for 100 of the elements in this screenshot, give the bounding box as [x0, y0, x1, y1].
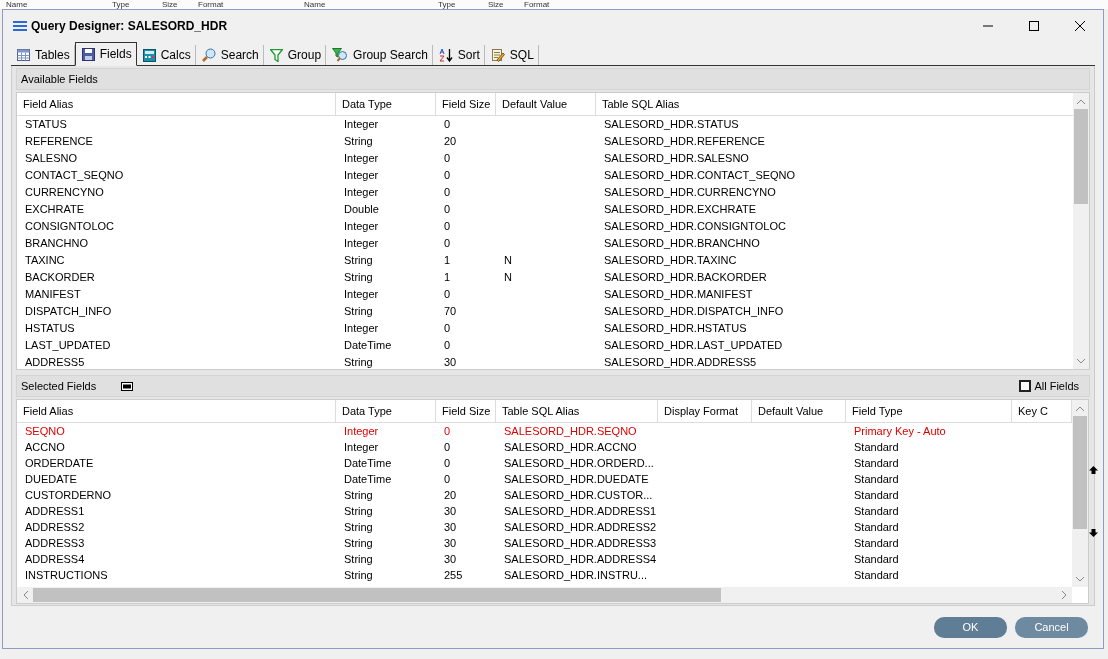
calculator-icon: [142, 48, 156, 62]
scrollbar-thumb[interactable]: [1074, 109, 1088, 204]
table-cell-text: MANIFEST: [24, 287, 82, 302]
column-header[interactable]: Display Format: [658, 400, 752, 422]
table-cell-text: 0: [443, 456, 452, 471]
table-cell-text: DateTime: [343, 472, 393, 487]
column-header[interactable]: Table SQL Alias: [496, 400, 658, 422]
table-cell-text: 0: [443, 168, 452, 183]
table-cell-text: SALESORD_HDR.TAXINC: [603, 253, 738, 268]
column-header: Name: [5, 0, 29, 9]
vertical-scrollbar[interactable]: [1073, 93, 1089, 369]
table-cell-text: Integer: [343, 236, 380, 251]
table-cell-text: Standard: [853, 536, 900, 551]
table-cell-text: SALESORD_HDR.CURRENCYNO: [603, 185, 777, 200]
section-title: Available Fields: [21, 73, 99, 85]
move-down-icon[interactable]: [1089, 528, 1098, 537]
scrollbar-thumb[interactable]: [33, 588, 721, 602]
column-header[interactable]: Field Alias: [17, 400, 336, 422]
table-cell-text: SALESORD_HDR.MANIFEST: [603, 287, 754, 302]
table-cell-text: Integer: [343, 287, 380, 302]
table-cell-text: BRANCHNO: [24, 236, 89, 251]
column-header[interactable]: Field Size: [436, 93, 496, 115]
maximize-icon[interactable]: [1029, 20, 1039, 31]
scroll-left-icon[interactable]: [22, 591, 28, 599]
table-cell-text: 0: [443, 219, 452, 234]
column-header[interactable]: Default Value: [496, 93, 596, 115]
table-cell-text: CONSIGNTOLOC: [24, 219, 116, 234]
table-cell-text: Integer: [343, 321, 380, 336]
table-cell-text: 0: [443, 321, 452, 336]
column-header[interactable]: Field Size: [436, 400, 496, 422]
column-header: Format: [197, 0, 225, 9]
table-cell-text: SALESORD_HDR.ADDRESS4: [503, 552, 658, 567]
film-strip-icon[interactable]: [121, 381, 133, 391]
column-header: Type: [111, 0, 131, 9]
table-cell-text: Integer: [343, 219, 380, 234]
table-cell-text: SALESNO: [24, 151, 78, 166]
table-cell-text: 0: [443, 287, 452, 302]
table-cell-text: SALESORD_HDR.INSTRU...: [503, 568, 649, 583]
table-cell-text: SALESORD_HDR.DISPATCH_INFO: [603, 304, 785, 319]
checkbox-label[interactable]: All Fields: [1034, 380, 1079, 392]
scroll-down-icon[interactable]: [1076, 576, 1084, 582]
table-cell-text: String: [343, 504, 374, 519]
cancel-button[interactable]: Cancel: [1015, 616, 1088, 638]
table-cell-text: ADDRESS4: [24, 552, 86, 567]
funnel-icon: [269, 48, 283, 62]
scrollbar-thumb[interactable]: [1073, 416, 1087, 529]
table-cell-text: ADDRESS2: [24, 520, 86, 535]
table-cell-text: SALESORD_HDR.HSTATUS: [603, 321, 748, 336]
table-cell-text: SALESORD_HDR.CONSIGNTOLOC: [603, 219, 787, 234]
table-cell-text: ORDERDATE: [24, 456, 95, 471]
table-cell-text: DUEDATE: [24, 472, 78, 487]
table-cell-text: ADDRESS3: [24, 536, 86, 551]
table-cell-text: SALESORD_HDR.CUSTOR...: [503, 488, 654, 503]
table-cell-text: 255: [443, 568, 464, 583]
scroll-up-icon[interactable]: [1077, 98, 1085, 104]
table-cell-text: N: [503, 270, 513, 285]
table-cell-text: SALESORD_HDR.EXCHRATE: [603, 202, 757, 217]
menu-icon[interactable]: [13, 20, 27, 31]
table-cell-text: 0: [443, 117, 452, 132]
scroll-down-icon[interactable]: [1077, 358, 1085, 364]
table-cell-text: Primary Key - Auto: [853, 424, 947, 439]
scroll-up-icon[interactable]: [1076, 405, 1084, 411]
horizontal-scrollbar[interactable]: [17, 587, 1072, 603]
table-cell-text: String: [343, 134, 374, 149]
column-header[interactable]: Default Value: [752, 400, 846, 422]
table-cell-text: 0: [443, 440, 452, 455]
checkbox[interactable]: [1019, 380, 1032, 392]
table-cell-text: 0: [443, 236, 452, 251]
table-cell-text: REFERENCE: [24, 134, 94, 149]
column-header[interactable]: Field Type: [846, 400, 1012, 422]
table-cell-text: SALESORD_HDR.ORDERD...: [503, 456, 655, 471]
table-cell-text: N: [503, 253, 513, 268]
column-header[interactable]: Data Type: [336, 400, 436, 422]
ok-button[interactable]: OK: [934, 616, 1007, 638]
table-cell-text: DISPATCH_INFO: [24, 304, 113, 319]
funnel-search-icon: [332, 48, 349, 62]
table-cell-text: ADDRESS5: [24, 355, 86, 369]
table-cell-text: String: [343, 270, 374, 285]
table-cell-text: 30: [443, 552, 458, 567]
tab[interactable]: Fields: [74, 42, 137, 66]
table-cell-text: Integer: [343, 168, 380, 183]
scroll-right-icon[interactable]: [1061, 591, 1067, 599]
table-cell-text: String: [343, 520, 374, 535]
table-cell-text: Integer: [343, 424, 380, 439]
table-cell-text: 20: [443, 488, 458, 503]
table-cell-text: STATUS: [24, 117, 68, 132]
table-cell-text: SALESORD_HDR.ADDRESS2: [503, 520, 658, 535]
table-cell-text: SALESORD_HDR.ADDRESS1: [503, 504, 658, 519]
table-cell-text: SALESORD_HDR.STATUS: [603, 117, 740, 132]
vertical-scrollbar[interactable]: [1072, 400, 1088, 587]
column-header[interactable]: Data Type: [336, 93, 436, 115]
close-icon[interactable]: [1075, 20, 1085, 31]
table-cell-text: 70: [443, 304, 458, 319]
move-up-icon[interactable]: [1089, 466, 1098, 475]
table-cell-text: HSTATUS: [24, 321, 76, 336]
table-cell-text: SALESORD_HDR.CONTACT_SEQNO: [603, 168, 797, 183]
table-icon: [17, 49, 30, 61]
column-header[interactable]: Field Alias: [17, 93, 336, 115]
table-cell-text: 1: [443, 270, 452, 285]
table-cell-text: 30: [443, 536, 458, 551]
